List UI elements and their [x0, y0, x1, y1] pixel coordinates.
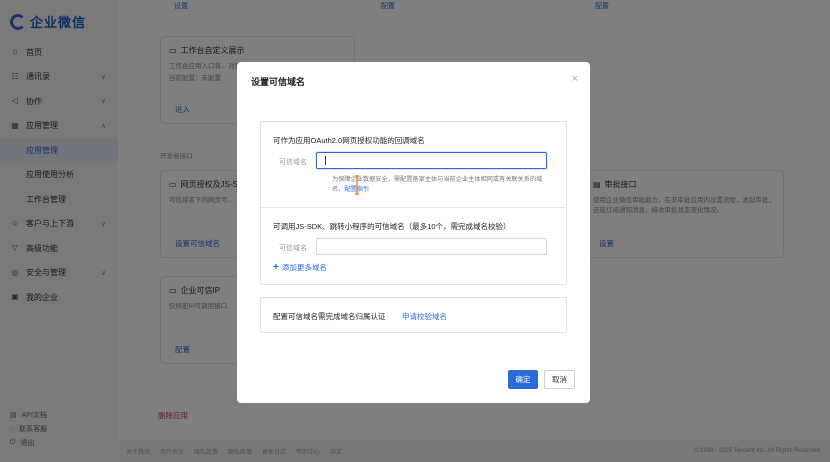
plus-icon: +: [273, 261, 279, 273]
verify-box: 配置可信域名需完成域名归属认证 申请校验域名: [260, 297, 567, 333]
add-more-label: 添加更多域名: [281, 263, 327, 272]
close-icon[interactable]: ×: [572, 72, 578, 86]
oauth-field-label: 可信域名: [279, 159, 307, 166]
oauth-section-title: 可作为应用OAuth2.0网页授权功能的回调域名: [273, 136, 425, 145]
jssdk-domain-input[interactable]: [316, 238, 547, 255]
confirm-button[interactable]: 确定: [508, 370, 538, 389]
add-more-domain-button[interactable]: + 添加更多域名: [273, 262, 327, 273]
jssdk-field-label: 可信域名: [279, 245, 307, 252]
verify-text: 配置可信域名需完成域名归属认证: [273, 312, 386, 321]
oauth-domain-input[interactable]: [316, 152, 547, 169]
oauth-hint: 为保障企业数据安全，需配置备案主体与当前企业主体相同或有关联关系的域名，配置指引: [332, 175, 552, 195]
section-divider: [261, 207, 566, 208]
jssdk-section-title: 可调用JS-SDK、跳转小程序的可信域名（最多10个，需完成域名校验）: [273, 222, 511, 231]
text-cursor-icon: [355, 175, 359, 195]
cancel-button[interactable]: 取消: [544, 370, 575, 389]
apply-verify-link[interactable]: 申请校验域名: [402, 311, 447, 322]
dialog-title: 设置可信域名: [251, 77, 306, 87]
trusted-domain-dialog: 设置可信域名 × 可作为应用OAuth2.0网页授权功能的回调域名 可信域名 为…: [237, 62, 590, 403]
domain-settings-box: 可作为应用OAuth2.0网页授权功能的回调域名 可信域名 为保障企业数据安全，…: [260, 121, 567, 285]
text-caret: [325, 156, 326, 165]
